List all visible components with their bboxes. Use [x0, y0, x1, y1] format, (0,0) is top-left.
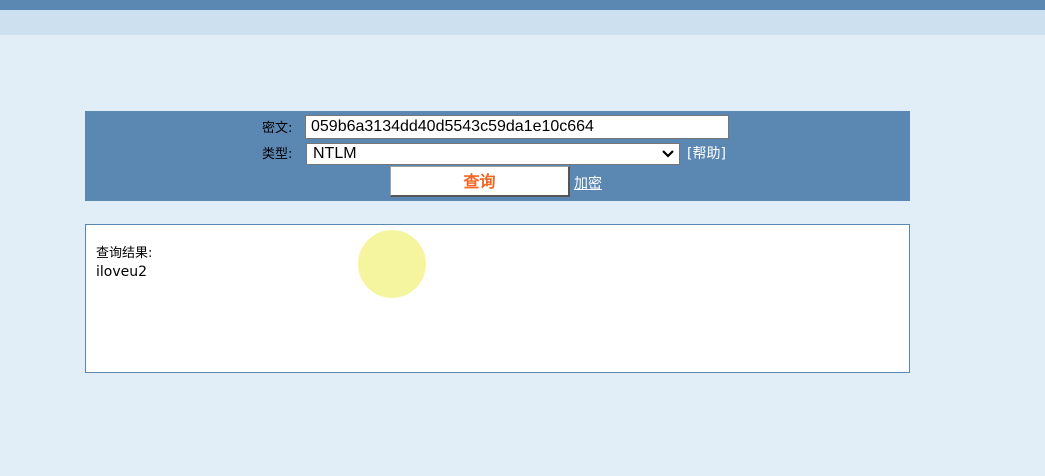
- query-button[interactable]: 查询: [390, 166, 570, 197]
- encrypt-link[interactable]: 加密: [574, 176, 602, 192]
- help-link[interactable]: [帮助]: [687, 146, 726, 162]
- type-label: 类型:: [262, 147, 293, 162]
- cipher-label: 密文:: [262, 121, 293, 136]
- top-header-bar: [0, 0, 1045, 10]
- cursor-highlight: [358, 230, 426, 298]
- chevron-down-icon: [662, 150, 674, 158]
- result-panel: 查询结果: iloveu2: [85, 224, 910, 373]
- type-select[interactable]: NTLM: [306, 143, 680, 165]
- cipher-input[interactable]: [305, 115, 729, 139]
- type-select-value: NTLM: [313, 145, 357, 162]
- sub-header-bar: [0, 10, 1045, 35]
- result-value: iloveu2: [96, 264, 148, 280]
- result-label: 查询结果:: [96, 246, 153, 261]
- query-form-panel: 密文: 类型: NTLM [帮助] 查询 加密: [85, 111, 910, 201]
